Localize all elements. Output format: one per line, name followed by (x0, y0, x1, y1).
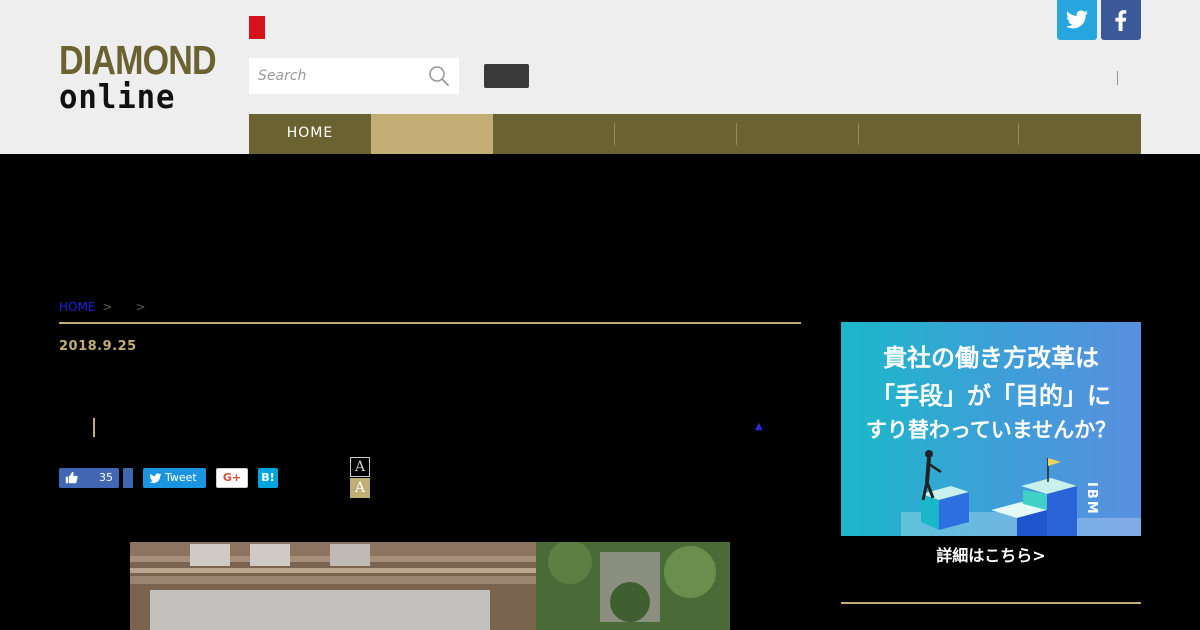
tweet-button[interactable]: Tweet (143, 468, 206, 488)
header-divider (1117, 71, 1118, 85)
search-input[interactable] (249, 58, 424, 94)
nav-item-5[interactable] (737, 114, 859, 154)
nav-item-active[interactable] (371, 114, 493, 154)
ad-cta-link[interactable]: 詳細はこちら> (841, 542, 1141, 566)
ad-brand-logo: IBM (1084, 482, 1099, 516)
search-icon[interactable] (428, 65, 450, 87)
sidebar-rule (841, 602, 1141, 604)
facebook-button[interactable] (1101, 0, 1141, 40)
like-count: 35 (99, 471, 113, 484)
twitter-button[interactable] (1057, 0, 1097, 40)
facebook-icon (1115, 10, 1127, 31)
article-top-rule (59, 322, 801, 324)
twitter-icon (1066, 10, 1088, 29)
breadcrumb: HOME > > (59, 300, 153, 314)
google-plus-button[interactable]: G+ (216, 468, 248, 488)
building-photo-illustration (130, 542, 730, 630)
facebook-share-button[interactable] (123, 468, 133, 488)
breadcrumb-separator: > (102, 300, 113, 314)
logo-diamond-text: DIAMOND (59, 37, 217, 83)
title-accent-bar (93, 418, 95, 437)
thumbs-up-icon (65, 471, 78, 484)
site-logo[interactable]: DIAMOND online (59, 37, 221, 116)
red-marker (249, 16, 265, 39)
article-date: 2018.9.25 (59, 339, 137, 354)
site-header: DIAMOND online HOME (0, 0, 1200, 154)
triangle-up-icon[interactable]: ▲ (755, 421, 763, 432)
search-box (249, 58, 459, 94)
twitter-icon (149, 473, 162, 484)
font-size-large-button[interactable]: A (350, 478, 370, 498)
nav-item-home[interactable]: HOME (249, 114, 371, 154)
tweet-label: Tweet (165, 471, 197, 484)
logo-online-text: online (59, 77, 176, 116)
breadcrumb-separator: > (135, 300, 146, 314)
sidebar-ad-banner[interactable]: 貴社の働き方改革は 「手段」が「目的」に すり替わっていませんか？ IBM (841, 322, 1141, 536)
facebook-like-button[interactable]: 35 (59, 468, 119, 488)
nav-item-4[interactable] (615, 114, 737, 154)
font-size-small-button[interactable]: A (350, 457, 370, 477)
hatena-bookmark-button[interactable]: B! (258, 468, 278, 488)
nav-item-7[interactable] (1019, 114, 1141, 154)
breadcrumb-home-link[interactable]: HOME (59, 300, 95, 314)
nav-item-3[interactable] (493, 114, 615, 154)
nav-item-6[interactable] (859, 114, 1019, 154)
article-photo (130, 542, 730, 630)
header-action-button[interactable] (484, 64, 529, 88)
main-nav: HOME (249, 114, 1141, 154)
